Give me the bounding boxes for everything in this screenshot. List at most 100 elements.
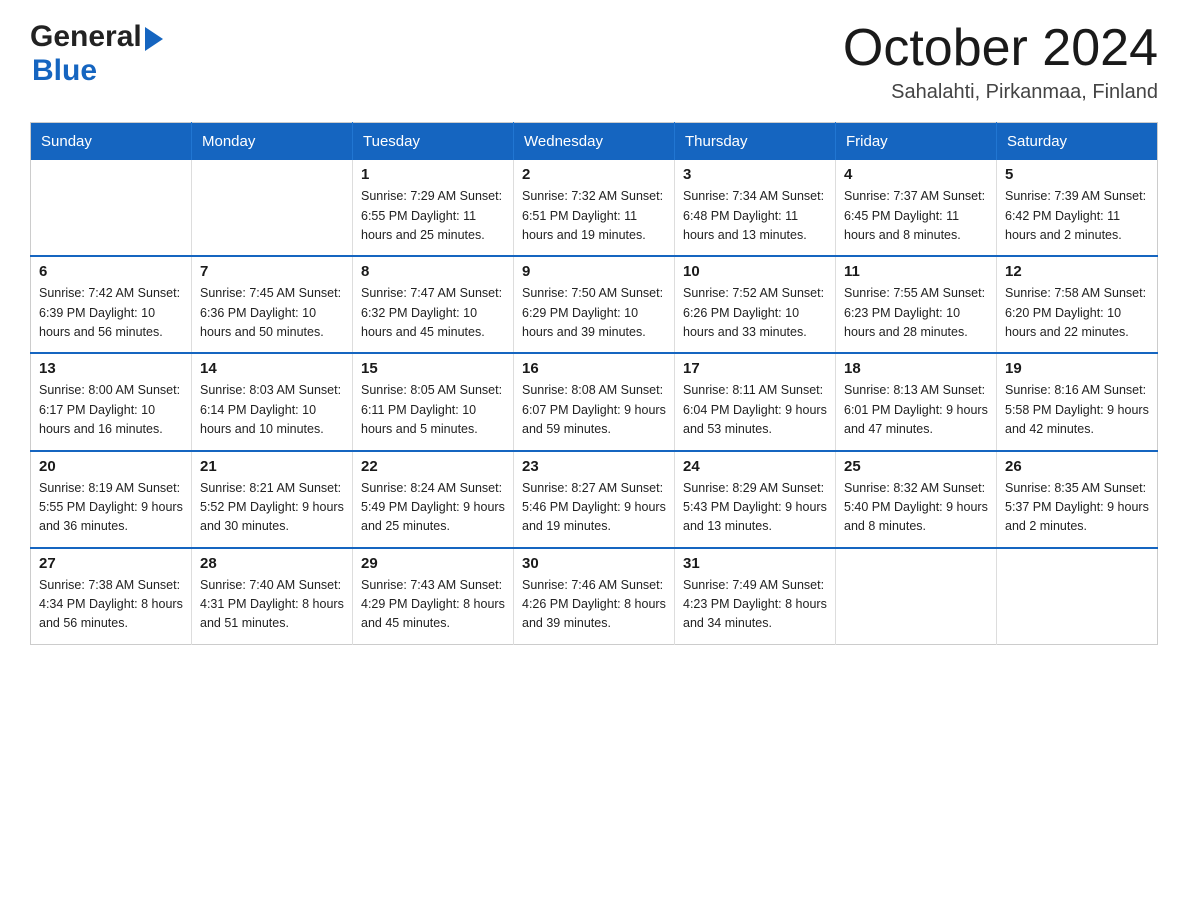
calendar-cell: 17 Sunrise: 8:11 AM Sunset: 6:04 PM Dayli… [675,353,836,450]
calendar-cell: 12 Sunrise: 7:58 AM Sunset: 6:20 PM Dayli… [997,256,1158,353]
calendar-header-row: SundayMondayTuesdayWednesdayThursdayFrid… [31,123,1158,161]
calendar-cell: 20 Sunrise: 8:19 AM Sunset: 5:55 PM Dayli… [31,451,192,548]
day-number: 5 [1005,166,1149,183]
calendar-header-saturday: Saturday [997,123,1158,161]
calendar-table: SundayMondayTuesdayWednesdayThursdayFrid… [30,122,1158,645]
calendar-week-row: 27Sunrise: 7:38 AM Sunset: 4:34 PM Dayli… [31,548,1158,645]
calendar-cell: 3Sunrise: 7:34 AM Sunset: 6:48 PM Daylig… [675,160,836,256]
logo: General Blue [30,20,163,88]
calendar-cell [997,548,1158,645]
calendar-cell: 22Sunrise: 8:24 AM Sunset: 5:49 PM Dayli… [353,451,514,548]
day-info-text: Sunrise: 8:35 AM Sunset: 5:37 PM Dayligh… [1005,479,1149,537]
logo-general-text: General [30,20,142,54]
title-block: October 2024 Sahalahti, Pirkanmaa, Finla… [843,20,1158,104]
calendar-cell: 16 Sunrise: 8:08 AM Sunset: 6:07 PM Dayli… [514,353,675,450]
calendar-week-row: 13 Sunrise: 8:00 AM Sunset: 6:17 PM Dayli… [31,353,1158,450]
day-info-text: Sunrise: 8:32 AM Sunset: 5:40 PM Dayligh… [844,479,988,537]
day-number: 15 [361,360,505,377]
calendar-cell: 26 Sunrise: 8:35 AM Sunset: 5:37 PM Dayli… [997,451,1158,548]
calendar-cell: 13 Sunrise: 8:00 AM Sunset: 6:17 PM Dayli… [31,353,192,450]
calendar-cell: 9 Sunrise: 7:50 AM Sunset: 6:29 PM Daylig… [514,256,675,353]
calendar-cell: 23 Sunrise: 8:27 AM Sunset: 5:46 PM Dayli… [514,451,675,548]
day-info-text: Sunrise: 7:50 AM Sunset: 6:29 PM Dayligh… [522,284,666,342]
day-number: 14 [200,360,344,377]
day-info-text: Sunrise: 7:42 AM Sunset: 6:39 PM Dayligh… [39,284,183,342]
day-number: 28 [200,555,344,572]
day-info-text: Sunrise: 8:03 AM Sunset: 6:14 PM Dayligh… [200,381,344,439]
calendar-header-monday: Monday [192,123,353,161]
calendar-cell [31,160,192,256]
calendar-cell: 7 Sunrise: 7:45 AM Sunset: 6:36 PM Daylig… [192,256,353,353]
calendar-cell: 19Sunrise: 8:16 AM Sunset: 5:58 PM Dayli… [997,353,1158,450]
day-info-text: Sunrise: 8:27 AM Sunset: 5:46 PM Dayligh… [522,479,666,537]
calendar-cell: 15 Sunrise: 8:05 AM Sunset: 6:11 PM Dayli… [353,353,514,450]
day-info-text: Sunrise: 7:29 AM Sunset: 6:55 PM Dayligh… [361,187,505,245]
calendar-header-tuesday: Tuesday [353,123,514,161]
day-info-text: Sunrise: 7:39 AM Sunset: 6:42 PM Dayligh… [1005,187,1149,245]
day-number: 9 [522,263,666,280]
calendar-cell: 18 Sunrise: 8:13 AM Sunset: 6:01 PM Dayli… [836,353,997,450]
calendar-cell: 1Sunrise: 7:29 AM Sunset: 6:55 PM Daylig… [353,160,514,256]
calendar-cell: 24Sunrise: 8:29 AM Sunset: 5:43 PM Dayli… [675,451,836,548]
day-info-text: Sunrise: 7:37 AM Sunset: 6:45 PM Dayligh… [844,187,988,245]
day-info-text: Sunrise: 7:40 AM Sunset: 4:31 PM Dayligh… [200,576,344,634]
day-info-text: Sunrise: 8:00 AM Sunset: 6:17 PM Dayligh… [39,381,183,439]
day-info-text: Sunrise: 7:45 AM Sunset: 6:36 PM Dayligh… [200,284,344,342]
day-number: 13 [39,360,183,377]
calendar-cell: 30Sunrise: 7:46 AM Sunset: 4:26 PM Dayli… [514,548,675,645]
day-number: 20 [39,458,183,475]
day-info-text: Sunrise: 8:29 AM Sunset: 5:43 PM Dayligh… [683,479,827,537]
calendar-cell: 10 Sunrise: 7:52 AM Sunset: 6:26 PM Dayli… [675,256,836,353]
day-number: 26 [1005,458,1149,475]
calendar-cell: 8 Sunrise: 7:47 AM Sunset: 6:32 PM Daylig… [353,256,514,353]
calendar-cell: 5 Sunrise: 7:39 AM Sunset: 6:42 PM Daylig… [997,160,1158,256]
calendar-cell: 25Sunrise: 8:32 AM Sunset: 5:40 PM Dayli… [836,451,997,548]
calendar-header-friday: Friday [836,123,997,161]
location-text: Sahalahti, Pirkanmaa, Finland [843,81,1158,104]
calendar-cell: 28 Sunrise: 7:40 AM Sunset: 4:31 PM Dayli… [192,548,353,645]
day-number: 7 [200,263,344,280]
day-number: 2 [522,166,666,183]
calendar-cell: 6 Sunrise: 7:42 AM Sunset: 6:39 PM Daylig… [31,256,192,353]
day-info-text: Sunrise: 7:49 AM Sunset: 4:23 PM Dayligh… [683,576,827,634]
calendar-week-row: 20 Sunrise: 8:19 AM Sunset: 5:55 PM Dayli… [31,451,1158,548]
calendar-header-thursday: Thursday [675,123,836,161]
calendar-week-row: 1Sunrise: 7:29 AM Sunset: 6:55 PM Daylig… [31,160,1158,256]
day-number: 23 [522,458,666,475]
calendar-cell [836,548,997,645]
day-number: 10 [683,263,827,280]
day-number: 16 [522,360,666,377]
day-number: 30 [522,555,666,572]
logo-arrow-icon [145,27,163,51]
calendar-cell: 29Sunrise: 7:43 AM Sunset: 4:29 PM Dayli… [353,548,514,645]
calendar-cell: 11 Sunrise: 7:55 AM Sunset: 6:23 PM Dayli… [836,256,997,353]
day-info-text: Sunrise: 8:11 AM Sunset: 6:04 PM Dayligh… [683,381,827,439]
calendar-cell: 27Sunrise: 7:38 AM Sunset: 4:34 PM Dayli… [31,548,192,645]
day-info-text: Sunrise: 7:52 AM Sunset: 6:26 PM Dayligh… [683,284,827,342]
day-number: 18 [844,360,988,377]
day-info-text: Sunrise: 8:05 AM Sunset: 6:11 PM Dayligh… [361,381,505,439]
day-info-text: Sunrise: 8:24 AM Sunset: 5:49 PM Dayligh… [361,479,505,537]
day-number: 6 [39,263,183,280]
day-info-text: Sunrise: 7:47 AM Sunset: 6:32 PM Dayligh… [361,284,505,342]
day-number: 11 [844,263,988,280]
calendar-cell [192,160,353,256]
day-info-text: Sunrise: 8:08 AM Sunset: 6:07 PM Dayligh… [522,381,666,439]
page-header: General Blue October 2024 Sahalahti, Pir… [30,20,1158,104]
day-number: 17 [683,360,827,377]
logo-blue-text: Blue [32,54,97,88]
calendar-cell: 31Sunrise: 7:49 AM Sunset: 4:23 PM Dayli… [675,548,836,645]
day-info-text: Sunrise: 7:34 AM Sunset: 6:48 PM Dayligh… [683,187,827,245]
day-number: 8 [361,263,505,280]
day-number: 29 [361,555,505,572]
calendar-cell: 2Sunrise: 7:32 AM Sunset: 6:51 PM Daylig… [514,160,675,256]
day-info-text: Sunrise: 8:13 AM Sunset: 6:01 PM Dayligh… [844,381,988,439]
day-info-text: Sunrise: 8:16 AM Sunset: 5:58 PM Dayligh… [1005,381,1149,439]
day-info-text: Sunrise: 8:19 AM Sunset: 5:55 PM Dayligh… [39,479,183,537]
day-number: 12 [1005,263,1149,280]
day-number: 27 [39,555,183,572]
day-info-text: Sunrise: 7:58 AM Sunset: 6:20 PM Dayligh… [1005,284,1149,342]
calendar-header-sunday: Sunday [31,123,192,161]
day-number: 21 [200,458,344,475]
day-info-text: Sunrise: 7:55 AM Sunset: 6:23 PM Dayligh… [844,284,988,342]
